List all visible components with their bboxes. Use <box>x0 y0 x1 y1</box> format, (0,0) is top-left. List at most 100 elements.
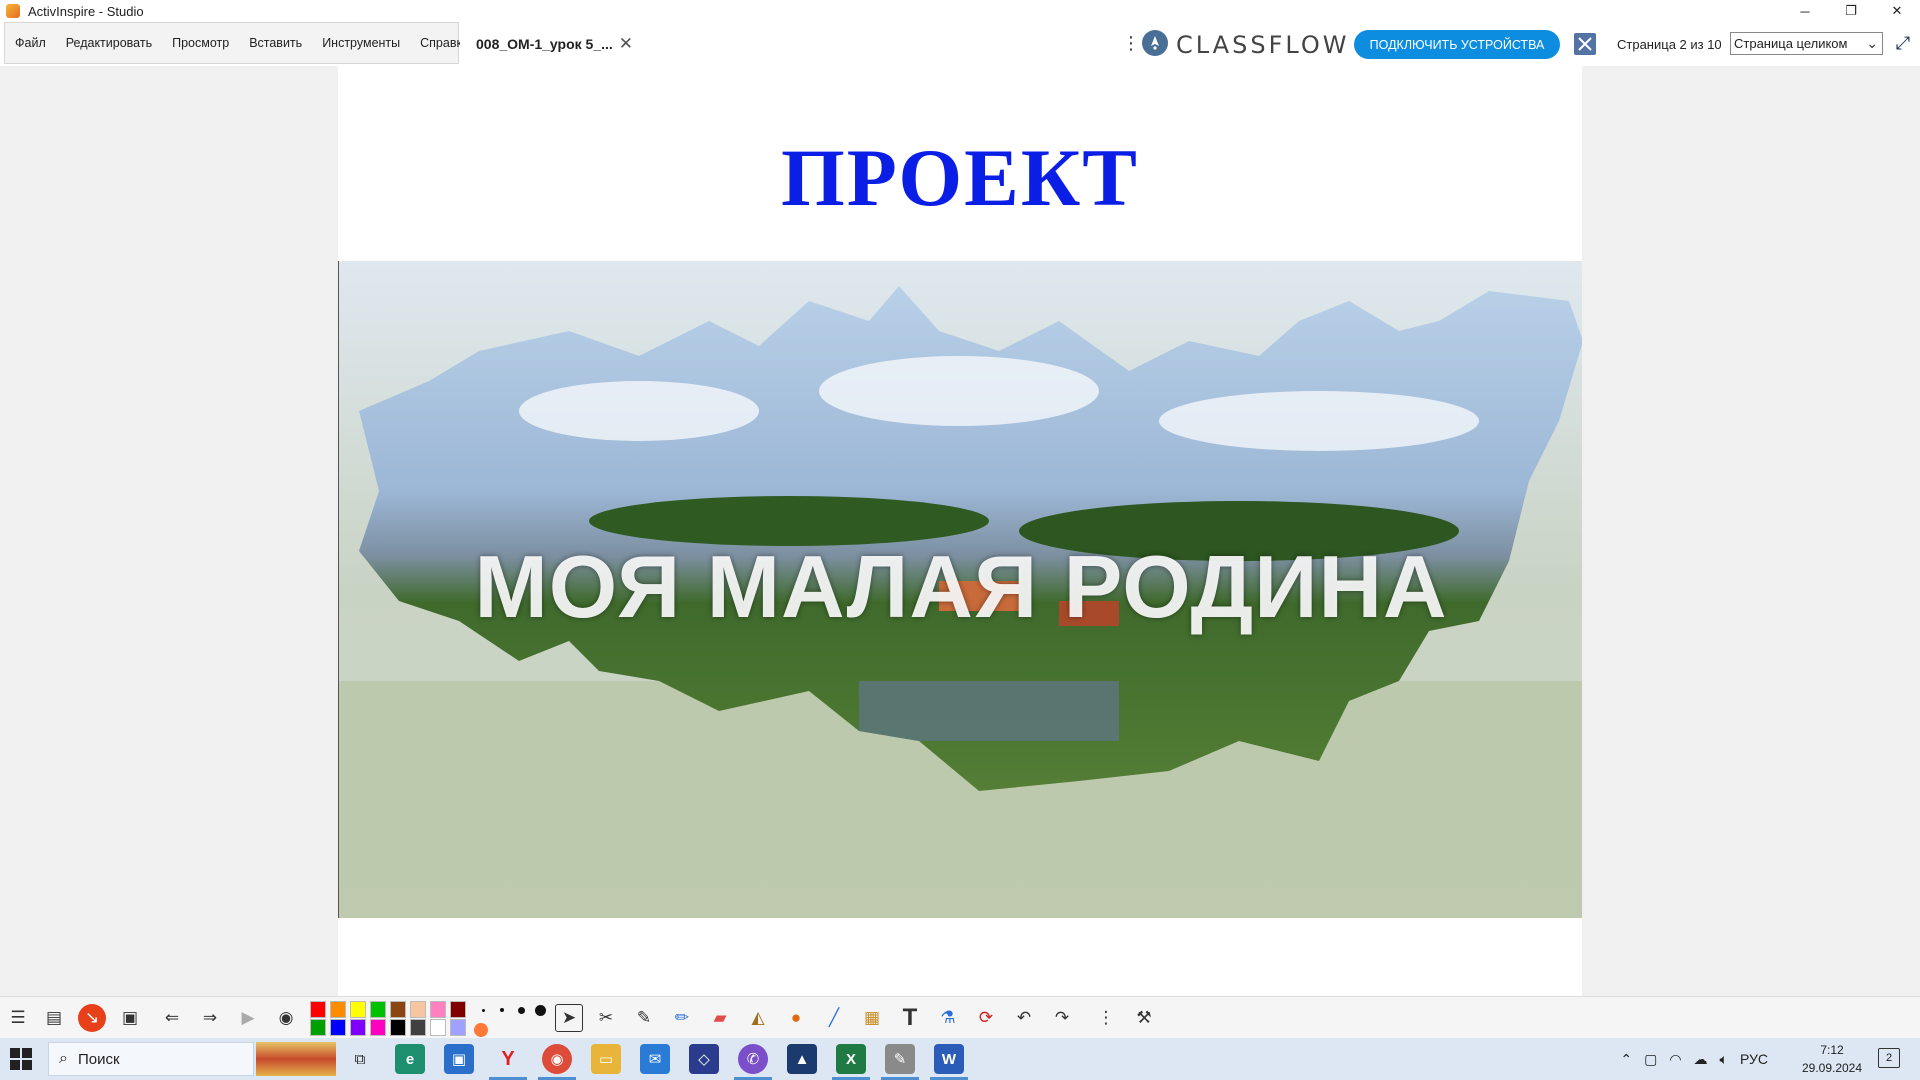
magic-ink-icon[interactable]: ⚗ <box>934 1004 962 1032</box>
page-counter: Страница 2 из 10 <box>1617 37 1722 52</box>
select-tool-icon[interactable]: ➤ <box>555 1004 583 1032</box>
color-swatch[interactable] <box>370 1001 386 1018</box>
pen-size-3[interactable] <box>518 1007 525 1014</box>
pen-size-1[interactable] <box>482 1009 485 1012</box>
color-swatch[interactable] <box>430 1019 446 1036</box>
connect-devices-button[interactable]: ПОДКЛЮЧИТЬ УСТРОЙСТВА <box>1354 30 1560 59</box>
store-icon[interactable]: ▣ <box>444 1044 474 1074</box>
color-swatch[interactable] <box>390 1019 406 1036</box>
minimize-button[interactable]: ─ <box>1782 0 1828 22</box>
chrome-icon[interactable]: ◉ <box>542 1044 572 1074</box>
restore-button[interactable]: ❐ <box>1828 0 1874 22</box>
yandex-browser-icon[interactable]: Y <box>493 1044 523 1074</box>
menu-tools[interactable]: Инструменты <box>312 36 410 50</box>
volume-icon[interactable]: 🔈︎ <box>1720 1051 1728 1068</box>
color-swatch[interactable] <box>350 1019 366 1036</box>
color-swatch[interactable] <box>430 1001 446 1018</box>
notifications-icon[interactable]: 2 <box>1878 1048 1900 1068</box>
customize-toolbox-icon[interactable]: ⚒ <box>1130 1004 1158 1032</box>
viber-icon[interactable]: ✆ <box>738 1044 768 1074</box>
task-view-icon[interactable]: ⧉ <box>345 1044 375 1074</box>
taskbar-clock[interactable]: 7:12 29.09.2024 <box>1794 1041 1870 1077</box>
search-icon: ⌕ <box>59 1050 68 1067</box>
search-placeholder: Поиск <box>77 1050 120 1068</box>
color-swatch[interactable] <box>450 1001 466 1018</box>
color-swatch[interactable] <box>390 1001 406 1018</box>
main-menu-icon[interactable]: ☰ <box>4 1004 32 1032</box>
windows-start-icon[interactable] <box>10 1048 32 1070</box>
fullscreen-icon[interactable]: ⤢ <box>1893 33 1913 53</box>
menu-insert[interactable]: Вставить <box>239 36 312 50</box>
fill-icon[interactable]: ◭ <box>744 1004 772 1032</box>
menu-view[interactable]: Просмотр <box>162 36 239 50</box>
flipchart-page[interactable]: ПРОЕКТ МОЯ МАЛАЯ РОДИНА <box>338 66 1582 996</box>
document-tab-label: 008_ОМ-1_урок 5_... <box>476 36 613 52</box>
classflow-logo-text: CLASSFLOW <box>1176 31 1350 59</box>
edge-icon[interactable]: e <box>395 1044 425 1074</box>
globe-icon[interactable]: ◉ <box>272 1004 300 1032</box>
eraser-icon[interactable]: ▰ <box>706 1004 734 1032</box>
previous-page-icon[interactable]: ⇐ <box>158 1004 186 1032</box>
activstudio-icon[interactable]: ✎ <box>885 1044 915 1074</box>
color-swatch[interactable] <box>350 1001 366 1018</box>
word-icon[interactable]: W <box>934 1044 964 1074</box>
zoom-select[interactable]: Страница целиком ⌄ <box>1730 32 1883 55</box>
search-highlight-image[interactable] <box>256 1042 336 1076</box>
pen-icon[interactable]: ✎ <box>630 1004 658 1032</box>
russia-map-landscape-image[interactable]: МОЯ МАЛАЯ РОДИНА <box>338 261 1582 918</box>
reset-page-icon[interactable]: ⟳ <box>972 1004 1000 1032</box>
presentation-mode-icon[interactable] <box>1574 33 1596 55</box>
top-toolbar: Файл Редактировать Просмотр Вставить Инс… <box>0 22 1920 66</box>
pen-size-4[interactable] <box>535 1005 546 1016</box>
shape-icon[interactable]: ● <box>782 1004 810 1032</box>
show-hidden-icons-icon[interactable]: ⌃ <box>1620 1051 1632 1068</box>
slide-caption[interactable]: МОЯ МАЛАЯ РОДИНА <box>339 536 1582 638</box>
more-options-icon[interactable]: ⋮ <box>1122 34 1140 52</box>
resource-library-icon[interactable]: ▦ <box>858 1004 886 1032</box>
language-indicator[interactable]: РУС <box>1740 1051 1768 1067</box>
highlighter-icon[interactable]: ✏ <box>668 1004 696 1032</box>
tools-icon[interactable]: ✂ <box>592 1004 620 1032</box>
classflow-logo-icon <box>1142 30 1168 56</box>
color-swatch[interactable] <box>330 1019 346 1036</box>
color-swatch[interactable] <box>310 1019 326 1036</box>
file-explorer-icon[interactable]: ▭ <box>591 1044 621 1074</box>
close-button[interactable]: ✕ <box>1874 0 1920 22</box>
activinspire-dashboard-icon[interactable]: ↘ <box>78 1004 106 1032</box>
slide-title[interactable]: ПРОЕКТ <box>338 131 1582 225</box>
color-swatch[interactable] <box>450 1019 466 1036</box>
more-tools-icon[interactable]: ⋮ <box>1092 1004 1120 1032</box>
network-adapter-icon[interactable]: ▢ <box>1644 1051 1657 1068</box>
play-icon[interactable]: ▶ <box>234 1004 262 1032</box>
clock-time: 7:12 <box>1820 1043 1844 1057</box>
excel-icon[interactable]: X <box>836 1044 866 1074</box>
activinspire-app-icon <box>6 4 20 18</box>
pen-size-2[interactable] <box>500 1008 504 1012</box>
color-swatch[interactable] <box>410 1019 426 1036</box>
menu-file[interactable]: Файл <box>5 36 56 50</box>
menu-bar: Файл Редактировать Просмотр Вставить Инс… <box>4 22 469 64</box>
width-slider-handle[interactable] <box>474 1023 488 1037</box>
document-tab[interactable]: 008_ОМ-1_урок 5_... ✕ <box>460 22 640 66</box>
mail-icon[interactable]: ✉ <box>640 1044 670 1074</box>
color-swatch[interactable] <box>330 1001 346 1018</box>
zoom-select-value: Страница целиком <box>1734 36 1848 51</box>
color-swatch[interactable] <box>310 1001 326 1018</box>
menu-edit[interactable]: Редактировать <box>56 36 162 50</box>
main-toolbox: ☰ ▤ ↘ ▣ ⇐ ⇒ ▶ ◉ ➤ ✂ ✎ ✏ ▰ ◭ ● ╱ ▦ T ⚗ ⟳ … <box>0 996 1920 1038</box>
onedrive-icon[interactable]: ☁ <box>1694 1051 1708 1068</box>
activinspire-taskbar-icon[interactable]: ▲ <box>787 1044 817 1074</box>
connector-icon[interactable]: ╱ <box>820 1004 848 1032</box>
redo-icon[interactable]: ↷ <box>1048 1004 1076 1032</box>
color-swatch[interactable] <box>410 1001 426 1018</box>
close-tab-icon[interactable]: ✕ <box>619 34 633 54</box>
browsers-icon[interactable]: ▤ <box>40 1004 68 1032</box>
taskbar-search[interactable]: ⌕ Поиск <box>48 1042 254 1076</box>
next-page-icon[interactable]: ⇒ <box>196 1004 224 1032</box>
desktop-annotate-icon[interactable]: ▣ <box>116 1004 144 1032</box>
3d-builder-icon[interactable]: ◇ <box>689 1044 719 1074</box>
wifi-icon[interactable]: ◠ <box>1669 1051 1681 1068</box>
undo-icon[interactable]: ↶ <box>1010 1004 1038 1032</box>
color-swatch[interactable] <box>370 1019 386 1036</box>
text-tool-icon[interactable]: T <box>896 1004 924 1032</box>
